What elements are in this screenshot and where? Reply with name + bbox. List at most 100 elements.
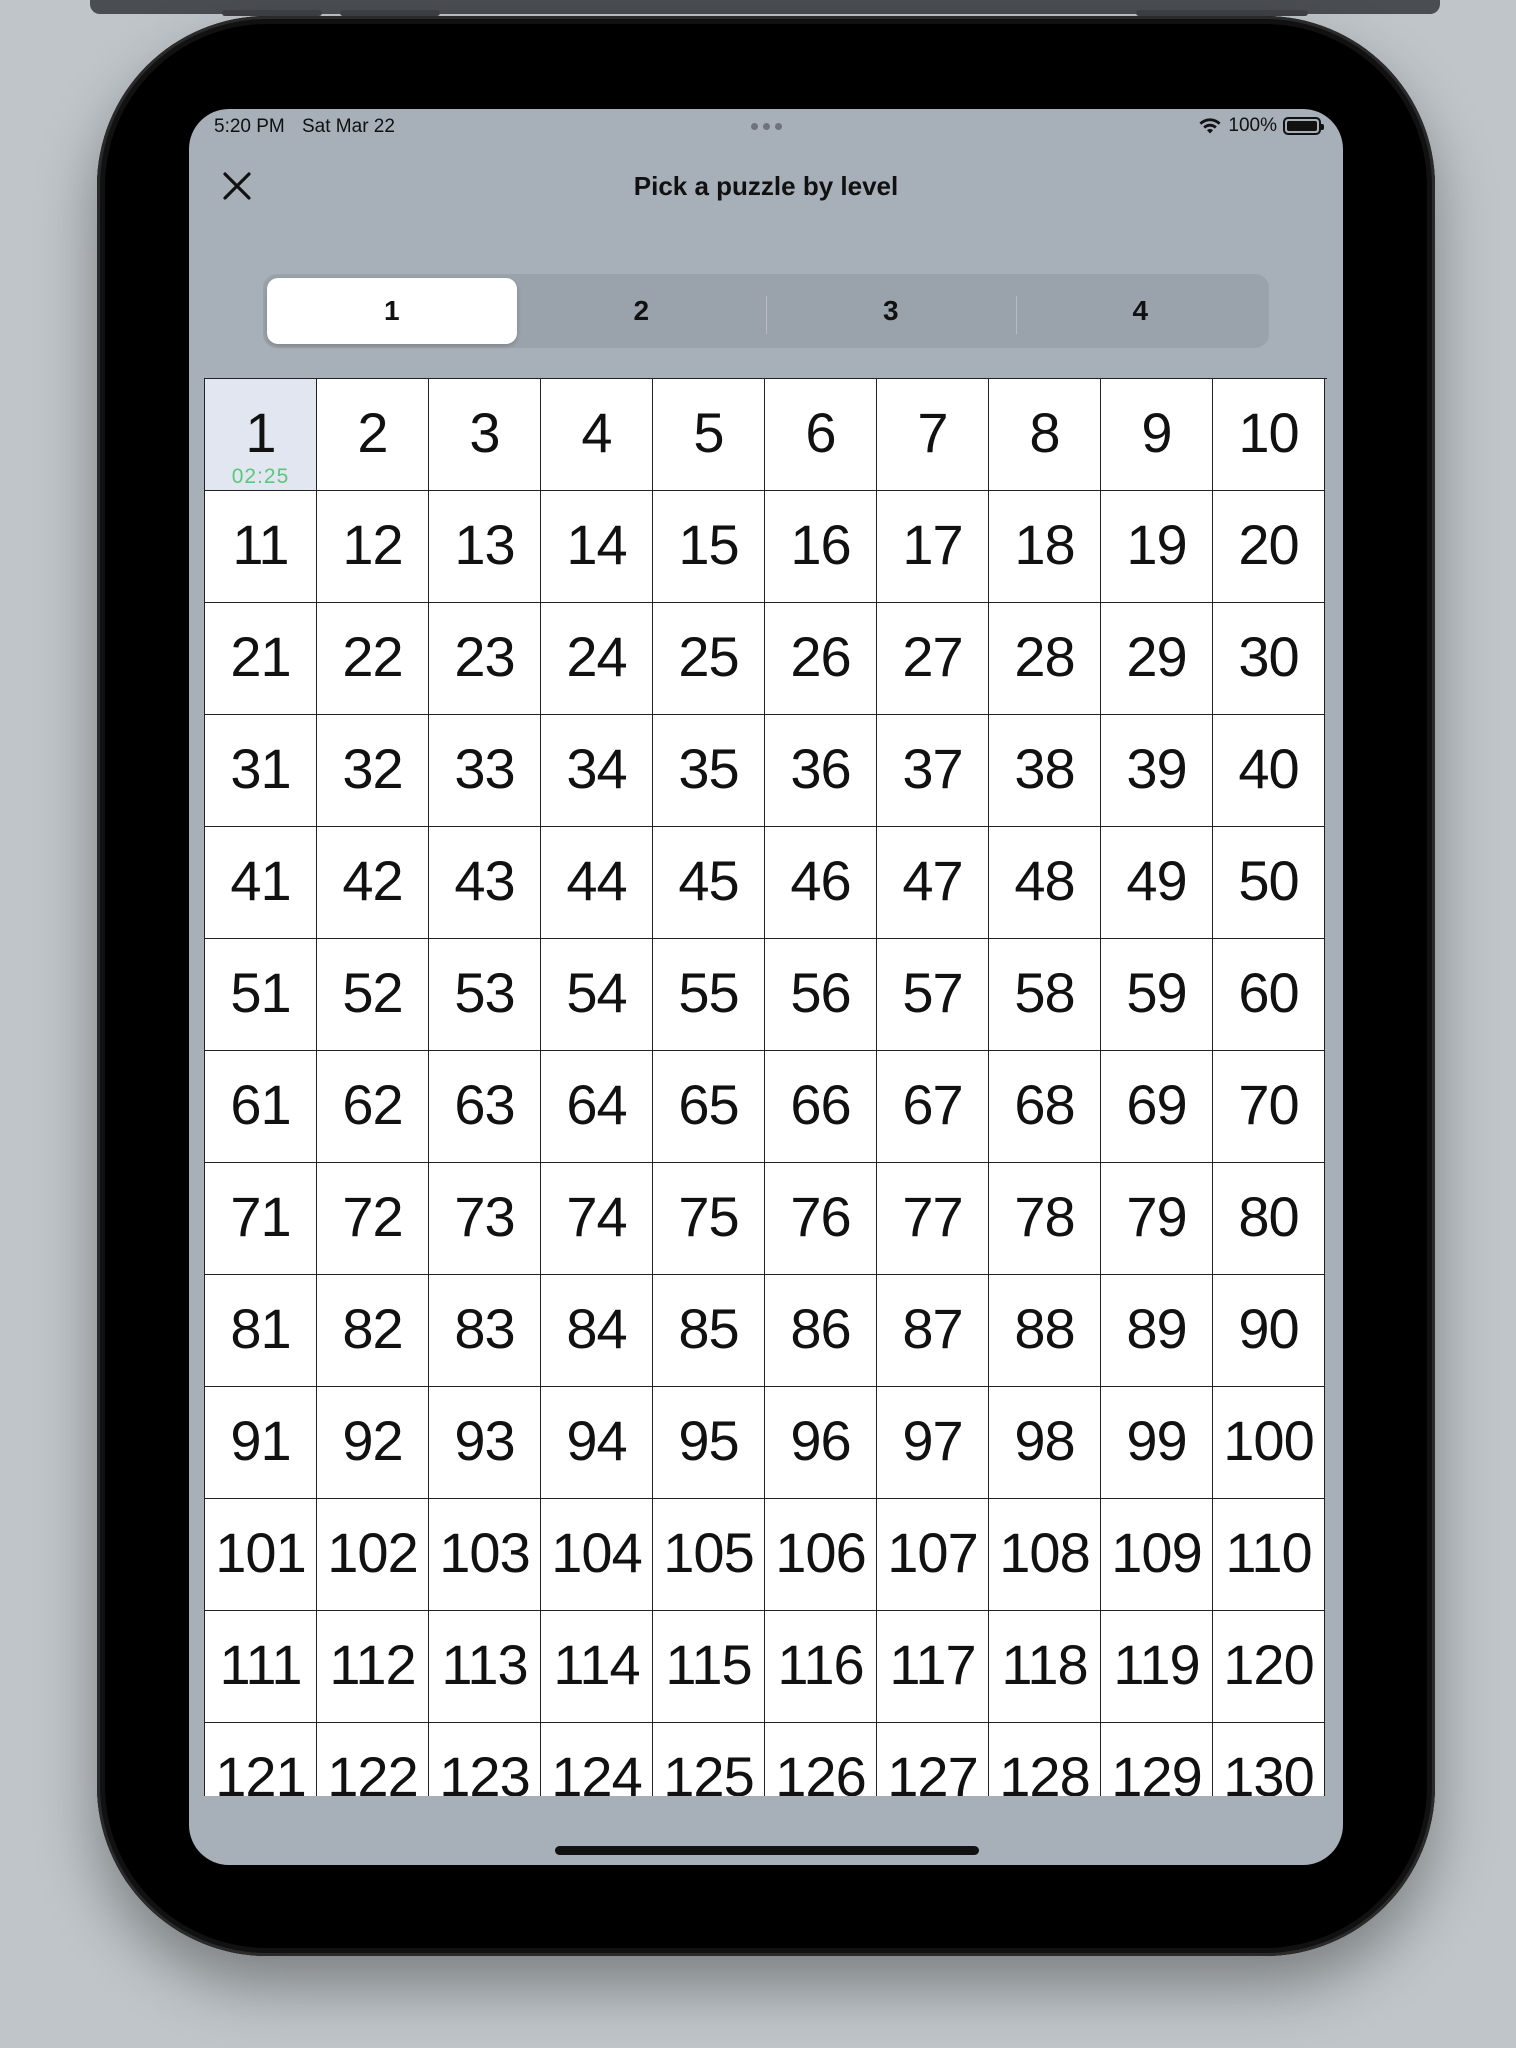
puzzle-cell[interactable]: 93	[429, 1387, 541, 1499]
puzzle-cell[interactable]: 11	[205, 491, 317, 603]
puzzle-cell[interactable]: 56	[765, 939, 877, 1051]
puzzle-cell[interactable]: 53	[429, 939, 541, 1051]
puzzle-cell[interactable]: 58	[989, 939, 1101, 1051]
puzzle-cell[interactable]: 68	[989, 1051, 1101, 1163]
puzzle-cell[interactable]: 86	[765, 1275, 877, 1387]
puzzle-cell[interactable]: 125	[653, 1723, 765, 1796]
puzzle-cell[interactable]: 18	[989, 491, 1101, 603]
puzzle-cell[interactable]: 85	[653, 1275, 765, 1387]
puzzle-cell[interactable]: 47	[877, 827, 989, 939]
puzzle-cell[interactable]: 128	[989, 1723, 1101, 1796]
puzzle-cell[interactable]: 91	[205, 1387, 317, 1499]
puzzle-cell[interactable]: 100	[1213, 1387, 1325, 1499]
puzzle-cell[interactable]: 61	[205, 1051, 317, 1163]
puzzle-cell[interactable]: 41	[205, 827, 317, 939]
puzzle-cell[interactable]: 34	[541, 715, 653, 827]
puzzle-cell[interactable]: 124	[541, 1723, 653, 1796]
puzzle-cell[interactable]: 71	[205, 1163, 317, 1275]
puzzle-cell[interactable]: 95	[653, 1387, 765, 1499]
puzzle-cell[interactable]: 116	[765, 1611, 877, 1723]
puzzle-cell[interactable]: 78	[989, 1163, 1101, 1275]
puzzle-cell[interactable]: 83	[429, 1275, 541, 1387]
puzzle-cell[interactable]: 113	[429, 1611, 541, 1723]
puzzle-cell[interactable]: 23	[429, 603, 541, 715]
puzzle-cell[interactable]: 107	[877, 1499, 989, 1611]
puzzle-cell[interactable]: 64	[541, 1051, 653, 1163]
puzzle-cell[interactable]: 49	[1101, 827, 1213, 939]
puzzle-cell[interactable]: 94	[541, 1387, 653, 1499]
puzzle-cell[interactable]: 69	[1101, 1051, 1213, 1163]
puzzle-cell[interactable]: 43	[429, 827, 541, 939]
level-tab-1[interactable]: 1	[267, 278, 517, 344]
puzzle-cell[interactable]: 72	[317, 1163, 429, 1275]
puzzle-cell[interactable]: 118	[989, 1611, 1101, 1723]
puzzle-cell[interactable]: 96	[765, 1387, 877, 1499]
puzzle-cell[interactable]: 26	[765, 603, 877, 715]
puzzle-cell[interactable]: 80	[1213, 1163, 1325, 1275]
puzzle-cell[interactable]: 39	[1101, 715, 1213, 827]
puzzle-cell[interactable]: 81	[205, 1275, 317, 1387]
puzzle-cell[interactable]: 99	[1101, 1387, 1213, 1499]
puzzle-cell[interactable]: 84	[541, 1275, 653, 1387]
puzzle-cell[interactable]: 35	[653, 715, 765, 827]
puzzle-cell[interactable]: 120	[1213, 1611, 1325, 1723]
puzzle-cell[interactable]: 16	[765, 491, 877, 603]
puzzle-cell[interactable]: 104	[541, 1499, 653, 1611]
puzzle-cell[interactable]: 52	[317, 939, 429, 1051]
puzzle-cell[interactable]: 51	[205, 939, 317, 1051]
puzzle-cell[interactable]: 28	[989, 603, 1101, 715]
puzzle-cell[interactable]: 89	[1101, 1275, 1213, 1387]
puzzle-cell[interactable]: 50	[1213, 827, 1325, 939]
puzzle-cell[interactable]: 1 02:25	[205, 379, 317, 491]
puzzle-cell[interactable]: 8	[989, 379, 1101, 491]
puzzle-cell[interactable]: 111	[205, 1611, 317, 1723]
puzzle-cell[interactable]: 45	[653, 827, 765, 939]
level-segmented-control[interactable]: 1 2 3 4	[263, 274, 1269, 348]
puzzle-cell[interactable]: 15	[653, 491, 765, 603]
puzzle-cell[interactable]: 32	[317, 715, 429, 827]
puzzle-cell[interactable]: 70	[1213, 1051, 1325, 1163]
puzzle-cell[interactable]: 119	[1101, 1611, 1213, 1723]
puzzle-cell[interactable]: 74	[541, 1163, 653, 1275]
puzzle-cell[interactable]: 17	[877, 491, 989, 603]
puzzle-cell[interactable]: 55	[653, 939, 765, 1051]
puzzle-cell[interactable]: 30	[1213, 603, 1325, 715]
puzzle-cell[interactable]: 60	[1213, 939, 1325, 1051]
puzzle-cell[interactable]: 75	[653, 1163, 765, 1275]
puzzle-cell[interactable]: 102	[317, 1499, 429, 1611]
puzzle-cell[interactable]: 9	[1101, 379, 1213, 491]
puzzle-cell[interactable]: 59	[1101, 939, 1213, 1051]
puzzle-cell[interactable]: 42	[317, 827, 429, 939]
puzzle-cell[interactable]: 20	[1213, 491, 1325, 603]
puzzle-cell[interactable]: 3	[429, 379, 541, 491]
puzzle-cell[interactable]: 37	[877, 715, 989, 827]
level-tab-3[interactable]: 3	[766, 278, 1016, 344]
puzzle-cell[interactable]: 36	[765, 715, 877, 827]
puzzle-cell[interactable]: 126	[765, 1723, 877, 1796]
puzzle-cell[interactable]: 67	[877, 1051, 989, 1163]
home-indicator[interactable]	[555, 1846, 979, 1855]
puzzle-cell[interactable]: 46	[765, 827, 877, 939]
puzzle-cell[interactable]: 97	[877, 1387, 989, 1499]
puzzle-cell[interactable]: 40	[1213, 715, 1325, 827]
puzzle-cell[interactable]: 21	[205, 603, 317, 715]
puzzle-cell[interactable]: 121	[205, 1723, 317, 1796]
puzzle-cell[interactable]: 31	[205, 715, 317, 827]
puzzle-cell[interactable]: 76	[765, 1163, 877, 1275]
puzzle-cell[interactable]: 115	[653, 1611, 765, 1723]
puzzle-cell[interactable]: 65	[653, 1051, 765, 1163]
puzzle-cell[interactable]: 129	[1101, 1723, 1213, 1796]
puzzle-cell[interactable]: 110	[1213, 1499, 1325, 1611]
multitasking-dots[interactable]	[751, 123, 782, 130]
level-tab-4[interactable]: 4	[1015, 278, 1266, 344]
puzzle-cell[interactable]: 112	[317, 1611, 429, 1723]
puzzle-cell[interactable]: 79	[1101, 1163, 1213, 1275]
puzzle-cell[interactable]: 127	[877, 1723, 989, 1796]
puzzle-cell[interactable]: 44	[541, 827, 653, 939]
puzzle-cell[interactable]: 82	[317, 1275, 429, 1387]
puzzle-cell[interactable]: 48	[989, 827, 1101, 939]
puzzle-grid-scroll[interactable]: 1 02:25 2 3 4 5 6 7 8 9 10 11 12 13 14 15 16 17 18 19 20 21 22…	[204, 378, 1327, 1796]
puzzle-cell[interactable]: 103	[429, 1499, 541, 1611]
puzzle-cell[interactable]: 63	[429, 1051, 541, 1163]
puzzle-cell[interactable]: 6	[765, 379, 877, 491]
